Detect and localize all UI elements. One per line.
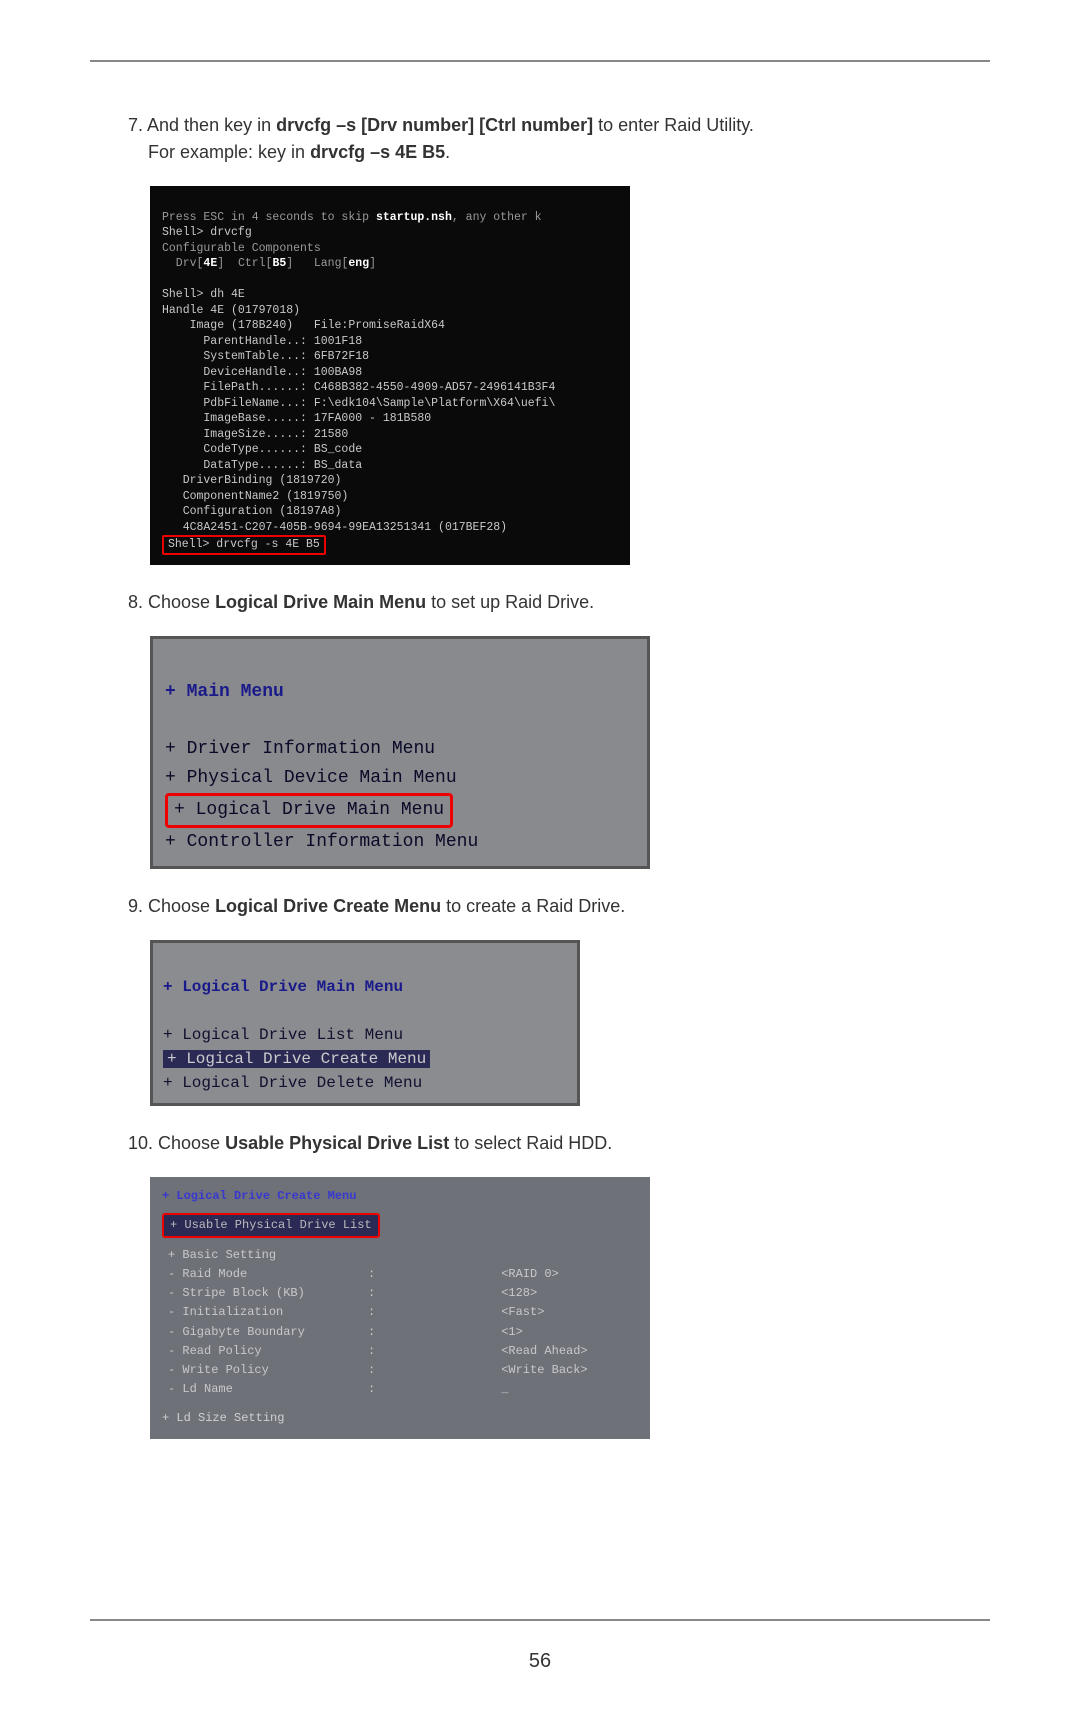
setting-value: <Write Back>	[381, 1361, 593, 1380]
sh-l14: CodeType......: BS_code	[162, 443, 362, 456]
setting-value	[381, 1246, 593, 1265]
create-menu-screenshot: + Logical Drive Create Menu + Usable Phy…	[150, 1177, 650, 1438]
setting-label: - Stripe Block (KB)	[162, 1284, 362, 1303]
table-row: - Gigabyte Boundary:<1>	[162, 1323, 594, 1342]
sh-l4: Shell> dh 4E	[162, 288, 245, 301]
table-row: + Basic Setting	[162, 1246, 594, 1265]
sh-l6: Image (178B240) File:PromiseRaidX64	[162, 319, 445, 332]
sh-l3b: 4E	[203, 257, 217, 270]
m2-i3: + Logical Drive Delete Menu	[163, 1074, 422, 1092]
setting-label: - Gigabyte Boundary	[162, 1323, 362, 1342]
header-divider	[90, 60, 990, 62]
sh-l16: DriverBinding (1819720)	[162, 474, 341, 487]
setting-label: - Write Policy	[162, 1361, 362, 1380]
m2-title: + Logical Drive Main Menu	[163, 978, 403, 996]
cm-highlight: + Usable Physical Drive List	[162, 1213, 380, 1238]
table-row: - Write Policy:<Write Back>	[162, 1361, 594, 1380]
setting-label: - Ld Name	[162, 1380, 362, 1399]
setting-label: + Basic Setting	[162, 1246, 362, 1265]
m2-highlight: + Logical Drive Create Menu	[163, 1050, 430, 1068]
setting-sep: :	[362, 1380, 381, 1399]
m2-i1: + Logical Drive List Menu	[163, 1026, 403, 1044]
sh-l3g: ]	[369, 257, 376, 270]
sh-l18: Configuration (18197A8)	[162, 505, 341, 518]
table-row: - Initialization:<Fast>	[162, 1303, 594, 1322]
s10-b: to select Raid HDD.	[449, 1133, 612, 1153]
setting-label: - Raid Mode	[162, 1265, 362, 1284]
sh-l3f: eng	[348, 257, 369, 270]
step-10: 10. Choose Usable Physical Drive List to…	[128, 1130, 990, 1157]
sh-l17: ComponentName2 (1819750)	[162, 490, 348, 503]
sh-l10: FilePath......: C468B382-4550-4909-AD57-…	[162, 381, 555, 394]
sh-l13: ImageSize.....: 21580	[162, 428, 348, 441]
sh-l7: ParentHandle..: 1001F18	[162, 335, 362, 348]
sh-l8: SystemTable...: 6FB72F18	[162, 350, 369, 363]
setting-sep: :	[362, 1284, 381, 1303]
sh-l3c: ] Ctrl[	[217, 257, 272, 270]
sh-l0b: startup.nsh	[376, 211, 452, 224]
create-settings-table: + Basic Setting- Raid Mode:<RAID 0>- Str…	[162, 1246, 594, 1400]
setting-sep: :	[362, 1323, 381, 1342]
table-row: - Raid Mode:<RAID 0>	[162, 1265, 594, 1284]
setting-sep: :	[362, 1361, 381, 1380]
setting-value: <RAID 0>	[381, 1265, 593, 1284]
s10-bold: Usable Physical Drive List	[225, 1133, 449, 1153]
cm-footer: + Ld Size Setting	[162, 1409, 638, 1428]
sh-l0c: , any other k	[452, 211, 542, 224]
setting-sep: :	[362, 1303, 381, 1322]
s10-a: 10. Choose	[128, 1133, 225, 1153]
sh-l15: DataType......: BS_data	[162, 459, 362, 472]
sh-l0a: Press ESC in 4 seconds to skip	[162, 211, 376, 224]
setting-value: <128>	[381, 1284, 593, 1303]
sh-l2: Configurable Components	[162, 242, 321, 255]
sh-l19: 4C8A2451-C207-405B-9694-99EA13251341 (01…	[162, 521, 507, 534]
sh-l3a: Drv[	[162, 257, 203, 270]
step7-text-c: For example: key in	[148, 142, 310, 162]
sh-l9: DeviceHandle..: 100BA98	[162, 366, 362, 379]
s8-b: to set up Raid Drive.	[426, 592, 594, 612]
main-menu-screenshot: + Main Menu + Driver Information Menu + …	[150, 636, 650, 870]
sh-l5: Handle 4E (01797018)	[162, 304, 300, 317]
setting-value: <Fast>	[381, 1303, 593, 1322]
s9-b: to create a Raid Drive.	[441, 896, 625, 916]
setting-sep: :	[362, 1342, 381, 1361]
step-7: 7. And then key in drvcfg –s [Drv number…	[128, 112, 990, 166]
m1-title: + Main Menu	[165, 682, 284, 702]
ld-menu-screenshot: + Logical Drive Main Menu + Logical Driv…	[150, 940, 580, 1106]
step7-text-a: 7. And then key in	[128, 115, 276, 135]
s9-a: 9. Choose	[128, 896, 215, 916]
s8-bold: Logical Drive Main Menu	[215, 592, 426, 612]
shell-command-highlight: Shell> drvcfg -s 4E B5	[162, 535, 326, 555]
s8-a: 8. Choose	[128, 592, 215, 612]
s9-bold: Logical Drive Create Menu	[215, 896, 441, 916]
step7-text-b: to enter Raid Utility.	[593, 115, 754, 135]
sh-l1: Shell> drvcfg	[162, 226, 252, 239]
step7-bold1: drvcfg –s [Drv number] [Ctrl number]	[276, 115, 593, 135]
sh-l11: PdbFileName...: F:\edk104\Sample\Platfor…	[162, 397, 555, 410]
m1-i4: + Controller Information Menu	[165, 832, 478, 852]
step-8: 8. Choose Logical Drive Main Menu to set…	[128, 589, 990, 616]
step-9: 9. Choose Logical Drive Create Menu to c…	[128, 893, 990, 920]
table-row: - Read Policy:<Read Ahead>	[162, 1342, 594, 1361]
sh-l3e: ] Lang[	[286, 257, 348, 270]
step7-text-d: .	[445, 142, 450, 162]
sh-l3d: B5	[272, 257, 286, 270]
setting-value: <Read Ahead>	[381, 1342, 593, 1361]
table-row: - Ld Name:_	[162, 1380, 594, 1399]
shell-screenshot: Press ESC in 4 seconds to skip startup.n…	[150, 186, 630, 565]
step7-bold2: drvcfg –s 4E B5	[310, 142, 445, 162]
m1-i2: + Physical Device Main Menu	[165, 768, 457, 788]
setting-label: - Initialization	[162, 1303, 362, 1322]
setting-sep	[362, 1246, 381, 1265]
table-row: - Stripe Block (KB):<128>	[162, 1284, 594, 1303]
cm-title: + Logical Drive Create Menu	[162, 1187, 638, 1206]
sh-l12: ImageBase.....: 17FA000 - 181B580	[162, 412, 431, 425]
setting-label: - Read Policy	[162, 1342, 362, 1361]
page-number: 56	[90, 1646, 990, 1676]
m1-i1: + Driver Information Menu	[165, 739, 435, 759]
setting-sep: :	[362, 1265, 381, 1284]
setting-value: _	[381, 1380, 593, 1399]
setting-value: <1>	[381, 1323, 593, 1342]
m1-highlight: + Logical Drive Main Menu	[165, 793, 453, 828]
